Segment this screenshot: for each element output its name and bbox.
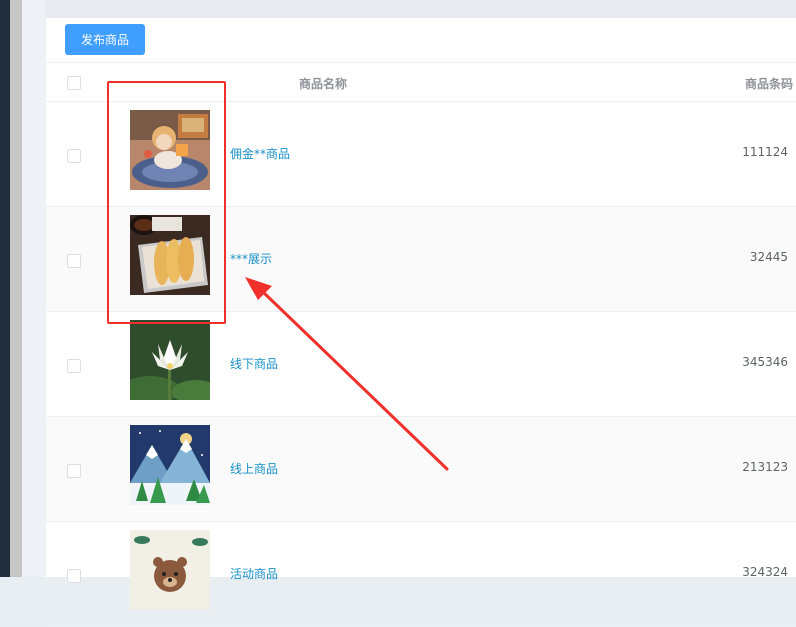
- annotation-arrow-icon: [245, 277, 449, 471]
